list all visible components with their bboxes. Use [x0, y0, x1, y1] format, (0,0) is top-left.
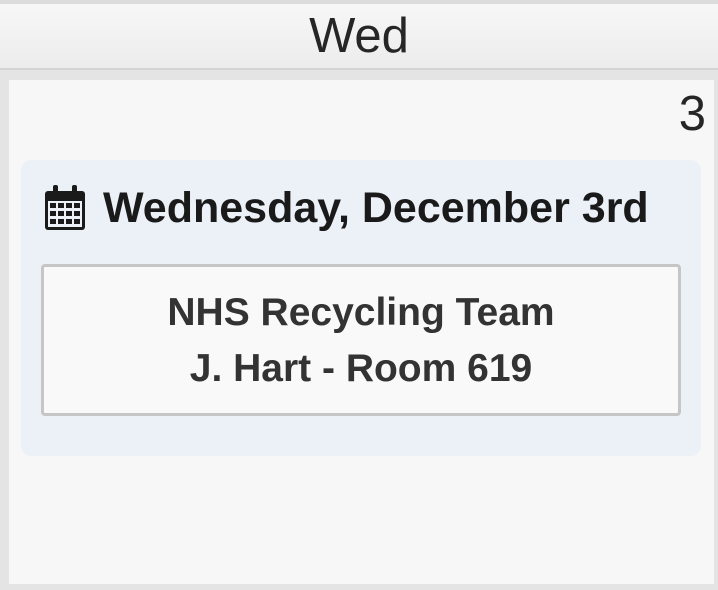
event-date-heading: Wednesday, December 3rd	[43, 180, 649, 236]
event-location: J. Hart - Room 619	[189, 347, 533, 390]
day-number[interactable]: 3	[679, 84, 706, 144]
event-group-panel: Wednesday, December 3rd NHS Recycling Te…	[21, 160, 701, 456]
calendar-day-view: Wed 3 Wednesday, December 3rd NHS Recycl…	[0, 0, 718, 590]
event-date-label: Wednesday, December 3rd	[103, 183, 649, 232]
event-card[interactable]: NHS Recycling Team J. Hart - Room 619	[41, 264, 681, 416]
event-title: NHS Recycling Team	[167, 291, 555, 334]
calendar-icon	[43, 184, 87, 232]
day-column-header: Wed	[0, 0, 718, 70]
day-of-week-label: Wed	[309, 9, 409, 63]
day-cell[interactable]: 3 Wednesday, December 3rd NHS Recycling …	[9, 80, 714, 584]
